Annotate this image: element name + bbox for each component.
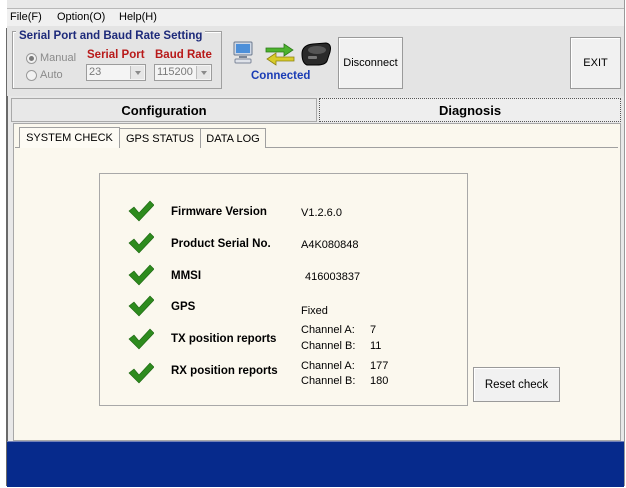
baud-rate-value: 115200	[157, 66, 193, 78]
rx-channel-a-value: 177	[370, 360, 389, 372]
firmware-version-label: Firmware Version	[171, 206, 267, 218]
chevron-down-icon	[196, 66, 210, 79]
tab-gps-status[interactable]: GPS STATUS	[119, 128, 201, 148]
check-icon	[128, 232, 154, 254]
serial-number-label: Product Serial No.	[171, 238, 271, 250]
baud-rate-label: Baud Rate	[155, 49, 212, 61]
tx-channel-b-label: Channel B:	[301, 340, 356, 352]
gps-value: Fixed	[301, 305, 328, 317]
baud-rate-select[interactable]: 115200	[154, 64, 212, 81]
menu-bar: File(F) Option(O) Help(H)	[7, 8, 624, 27]
tab-system-check[interactable]: SYSTEM CHECK	[19, 127, 120, 148]
auto-radio[interactable]: Auto	[26, 69, 63, 81]
gps-label: GPS	[171, 301, 196, 313]
tab-configuration[interactable]: Configuration	[11, 98, 317, 122]
connection-status: Connected	[251, 70, 311, 82]
tx-channel-a-label: Channel A:	[301, 324, 355, 336]
device-icon	[301, 42, 331, 66]
serial-number-value: A4K080848	[301, 239, 359, 251]
serial-port-value: 23	[89, 66, 102, 78]
check-icon	[128, 295, 154, 317]
system-check-box	[99, 173, 468, 406]
window-left-border	[6, 28, 8, 486]
reset-check-button[interactable]: Reset check	[473, 367, 560, 402]
transfer-arrows-icon	[265, 43, 295, 66]
serial-port-select[interactable]: 23	[86, 64, 146, 81]
rx-reports-label: RX position reports	[171, 365, 278, 377]
chevron-down-icon	[130, 66, 144, 79]
menu-option[interactable]: Option(O)	[57, 11, 105, 23]
computer-icon	[233, 41, 253, 64]
tx-channel-a-value: 7	[370, 324, 377, 336]
serial-settings-title: Serial Port and Baud Rate Setting	[16, 30, 206, 42]
radio-selected-icon	[26, 52, 37, 64]
manual-radio-label: Manual	[40, 52, 77, 64]
exit-button[interactable]: EXIT	[570, 37, 621, 89]
manual-radio[interactable]: Manual	[26, 52, 76, 64]
tab-data-log[interactable]: DATA LOG	[200, 128, 266, 148]
menu-help[interactable]: Help(H)	[119, 11, 157, 23]
tab-diagnosis[interactable]: Diagnosis	[319, 98, 621, 122]
disconnect-button[interactable]: Disconnect	[338, 37, 403, 89]
auto-radio-label: Auto	[40, 69, 63, 81]
check-icon	[128, 200, 154, 222]
check-icon	[128, 328, 154, 350]
mmsi-label: MMSI	[171, 270, 202, 282]
status-bar	[7, 441, 624, 487]
mmsi-value: 416003837	[305, 271, 361, 283]
rx-channel-b-value: 180	[370, 375, 389, 387]
rx-channel-a-label: Channel A:	[301, 360, 355, 372]
serial-port-label: Serial Port	[87, 49, 145, 61]
tx-channel-b-value: 11	[370, 340, 382, 352]
radio-unselected-icon	[26, 69, 37, 81]
check-icon	[128, 264, 154, 286]
firmware-version-value: V1.2.6.0	[301, 207, 342, 219]
check-icon	[128, 362, 154, 384]
tx-reports-label: TX position reports	[171, 333, 277, 345]
menu-file[interactable]: File(F)	[10, 11, 42, 23]
rx-channel-b-label: Channel B:	[301, 375, 356, 387]
